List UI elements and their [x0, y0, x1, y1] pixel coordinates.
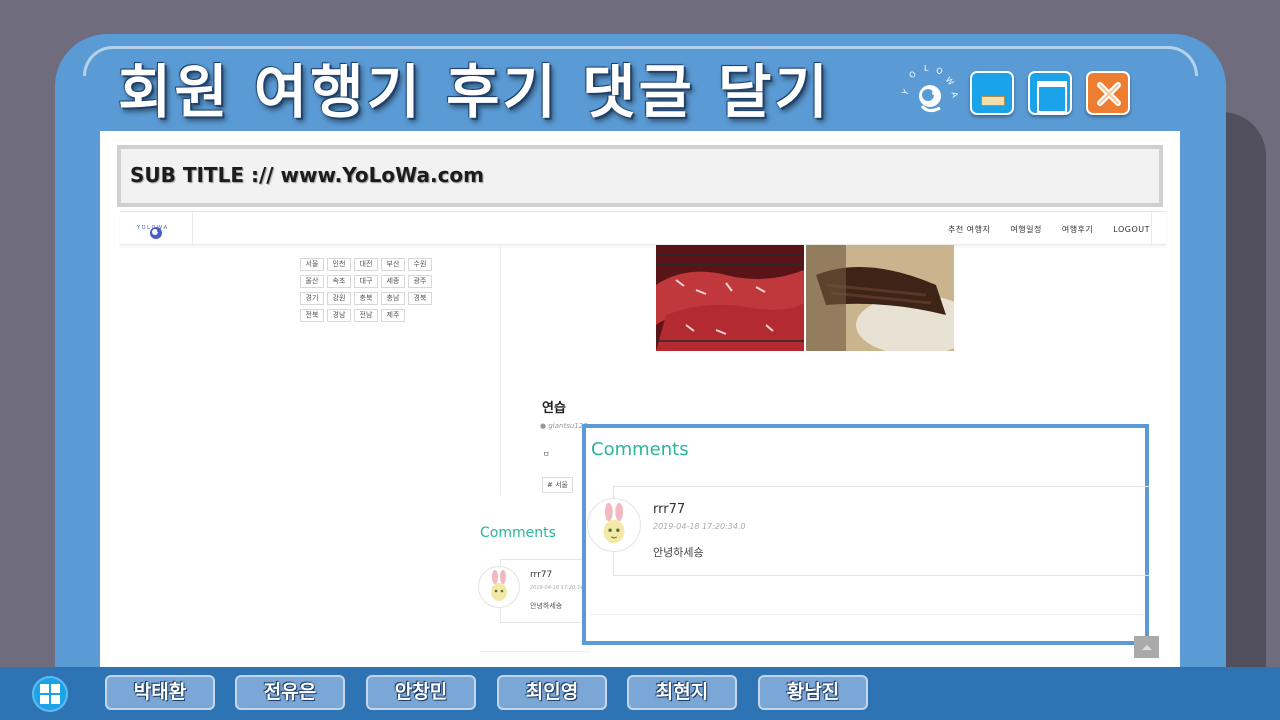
- member-button[interactable]: 최인영: [497, 675, 607, 710]
- member-button[interactable]: 안창민: [366, 675, 476, 710]
- comment-author: rrr77: [653, 502, 686, 517]
- nav-item-recommended[interactable]: 추천 여행지: [948, 224, 990, 235]
- svg-text:Y: Y: [900, 88, 911, 98]
- subtitle-box: SUB TITLE :// www.YoLoWa.com: [117, 145, 1163, 207]
- window-title: 회원 여행기 후기 댓글 달기: [118, 58, 831, 126]
- region-tag[interactable]: 강원: [327, 292, 351, 305]
- comment-date: 2019-04-18 17:20:34.0: [530, 585, 588, 591]
- post-title: 연습: [542, 401, 566, 416]
- site-navbar: Y O L O W A 추천 여행지 여행일정 여행후기 LOGOUT: [120, 211, 1166, 246]
- region-tag[interactable]: 경남: [327, 309, 351, 322]
- post-tag[interactable]: # 서울: [542, 477, 573, 493]
- taskbar: 박태환 전유은 안창민 최인영 최현지 황남진: [0, 667, 1280, 720]
- maximize-button[interactable]: [1028, 71, 1072, 115]
- svg-text:A: A: [950, 91, 960, 99]
- region-tag[interactable]: 울산: [300, 275, 324, 288]
- region-tag[interactable]: 대구: [354, 275, 378, 288]
- close-button[interactable]: [1086, 71, 1130, 115]
- svg-text:O: O: [934, 66, 944, 77]
- subtitle-text: SUB TITLE :// www.YoLoWa.com: [130, 163, 485, 187]
- nav-item-reviews[interactable]: 여행후기: [1062, 224, 1093, 235]
- member-button[interactable]: 최현지: [627, 675, 737, 710]
- svg-text:W: W: [944, 75, 956, 87]
- close-icon: [1097, 82, 1121, 106]
- region-tag[interactable]: 속초: [327, 275, 351, 288]
- region-tag[interactable]: 충남: [381, 292, 405, 305]
- member-button[interactable]: 황남진: [758, 675, 868, 710]
- region-tag[interactable]: 광주: [408, 275, 432, 288]
- region-tag[interactable]: 서울: [300, 258, 324, 271]
- site-logo[interactable]: Y O L O W A: [134, 216, 178, 242]
- region-tag[interactable]: 경기: [300, 292, 324, 305]
- yolowa-logo: Y O L O W A: [900, 64, 960, 113]
- comment-card: [613, 486, 1149, 576]
- region-tag[interactable]: 제주: [381, 309, 405, 322]
- comment-author: rrr77: [530, 570, 553, 580]
- minimize-button[interactable]: [970, 71, 1014, 115]
- post-author: ● giantsu123: [540, 422, 588, 430]
- nav-divider: [1151, 212, 1152, 246]
- region-tag[interactable]: 대전: [354, 258, 378, 271]
- region-tag[interactable]: 전남: [354, 309, 378, 322]
- region-filter: 서울 인천 대전 부산 수원 울산 속초 대구 세종 광주 경기 강원 충북 충…: [300, 258, 432, 322]
- comment-date: 2019-04-18 17:20:34.0: [653, 522, 746, 531]
- nav-item-schedule[interactable]: 여행일정: [1010, 224, 1041, 235]
- divider: [480, 651, 590, 652]
- region-tag[interactable]: 충북: [354, 292, 378, 305]
- windows-icon: [40, 684, 60, 704]
- column-divider: [500, 245, 501, 495]
- post-photo-raw-beef: [656, 245, 804, 351]
- member-button[interactable]: 전유은: [235, 675, 345, 710]
- nav-item-logout[interactable]: LOGOUT: [1113, 225, 1150, 234]
- comments-heading: Comments: [480, 525, 556, 541]
- avatar: [587, 498, 641, 552]
- member-button[interactable]: 박태환: [105, 675, 215, 710]
- comment-zoom-callout: Comments rrr77 2019-04-18 17:20:34.0 안녕하…: [582, 424, 1149, 645]
- post-photo-grilled-beef: [806, 245, 954, 351]
- nav-divider: [192, 212, 193, 246]
- scroll-to-top-button[interactable]: [1134, 636, 1159, 658]
- post-body: ㅁ: [543, 450, 550, 458]
- svg-text:L: L: [924, 64, 929, 73]
- avatar: [478, 566, 520, 608]
- region-tag[interactable]: 수원: [408, 258, 432, 271]
- comment-text: 안녕하세숑: [530, 602, 563, 610]
- site-nav-menu: 추천 여행지 여행일정 여행후기 LOGOUT: [928, 212, 1150, 246]
- region-tag[interactable]: 경북: [408, 292, 432, 305]
- start-button[interactable]: [32, 676, 68, 712]
- comments-heading: Comments: [591, 439, 689, 460]
- divider: [590, 614, 1145, 615]
- svg-text:O: O: [907, 69, 917, 80]
- comment-text: 안녕하세숑: [653, 546, 704, 559]
- region-tag[interactable]: 부산: [381, 258, 405, 271]
- region-tag[interactable]: 전북: [300, 309, 324, 322]
- region-tag[interactable]: 인천: [327, 258, 351, 271]
- region-tag[interactable]: 세종: [381, 275, 405, 288]
